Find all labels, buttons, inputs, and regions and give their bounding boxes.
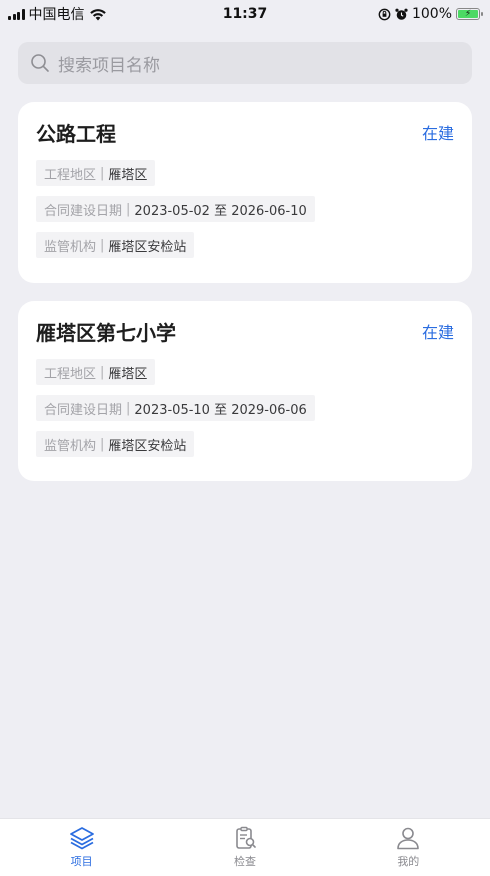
- battery-icon: ⚡: [456, 8, 483, 20]
- tag-separator: |: [126, 201, 131, 217]
- agency-value: 雁塔区安检站: [108, 239, 187, 255]
- date-label: 合同建设日期: [44, 203, 123, 219]
- region-value: 雁塔区: [108, 167, 148, 183]
- tab-inspection[interactable]: 检查: [195, 826, 295, 869]
- tag-separator: |: [100, 165, 105, 181]
- wifi-icon: [89, 8, 106, 20]
- date-value: 2023-05-10 至 2029-06-06: [134, 402, 307, 418]
- layers-icon: [69, 827, 94, 850]
- tab-bar: 项目 检查 我的: [0, 818, 490, 876]
- region-tag: 工程地区 | 雁塔区: [36, 160, 156, 186]
- user-icon: [397, 827, 420, 850]
- search-icon: [31, 54, 49, 72]
- project-card[interactable]: 公路工程 在建 工程地区 | 雁塔区 合同建设日期 | 2023-05-02 至…: [18, 102, 472, 283]
- battery-percent: 100%: [411, 6, 452, 22]
- tag-separator: |: [100, 237, 105, 253]
- search-placeholder[interactable]: 搜索项目名称: [58, 51, 160, 76]
- tag-separator: |: [126, 400, 131, 416]
- status-right: 100% ⚡: [378, 6, 483, 22]
- agency-value: 雁塔区安检站: [108, 438, 187, 454]
- project-status: 在建: [421, 323, 454, 342]
- agency-label: 监管机构: [44, 438, 97, 454]
- clipboard-search-icon: [236, 826, 256, 849]
- card-header: 雁塔区第七小学 在建: [36, 301, 454, 359]
- tag-separator: |: [100, 436, 105, 452]
- date-label: 合同建设日期: [44, 402, 123, 418]
- tab-projects[interactable]: 项目: [32, 826, 132, 869]
- date-tag: 合同建设日期 | 2023-05-02 至 2026-06-10: [36, 196, 315, 222]
- search-bar[interactable]: 搜索项目名称: [18, 42, 472, 84]
- region-value: 雁塔区: [108, 366, 148, 382]
- agency-tag: 监管机构 | 雁塔区安检站: [36, 232, 195, 258]
- tab-profile[interactable]: 我的: [358, 826, 458, 869]
- status-left: 中国电信: [8, 4, 107, 24]
- tab-label: 项目: [70, 855, 93, 868]
- status-bar: 中国电信 11:37 100% ⚡: [0, 0, 490, 28]
- signal-icon: [8, 8, 25, 20]
- card-header: 公路工程 在建: [36, 102, 454, 160]
- tab-label: 检查: [233, 855, 256, 868]
- alarm-icon: [395, 8, 408, 20]
- agency-label: 监管机构: [44, 239, 97, 255]
- region-label: 工程地区: [44, 167, 97, 183]
- region-tag: 工程地区 | 雁塔区: [36, 359, 156, 385]
- carrier-label: 中国电信: [28, 7, 85, 23]
- tag-separator: |: [100, 364, 105, 380]
- project-status: 在建: [421, 124, 454, 143]
- project-title: 公路工程: [36, 121, 116, 146]
- date-tag: 合同建设日期 | 2023-05-10 至 2029-06-06: [36, 395, 315, 421]
- orientation-lock-icon: [378, 8, 391, 20]
- agency-tag: 监管机构 | 雁塔区安检站: [36, 431, 195, 457]
- project-card[interactable]: 雁塔区第七小学 在建 工程地区 | 雁塔区 合同建设日期 | 2023-05-1…: [18, 301, 472, 481]
- region-label: 工程地区: [44, 366, 97, 382]
- project-title: 雁塔区第七小学: [36, 320, 176, 345]
- tab-label: 我的: [397, 855, 420, 868]
- date-value: 2023-05-02 至 2026-06-10: [134, 203, 307, 219]
